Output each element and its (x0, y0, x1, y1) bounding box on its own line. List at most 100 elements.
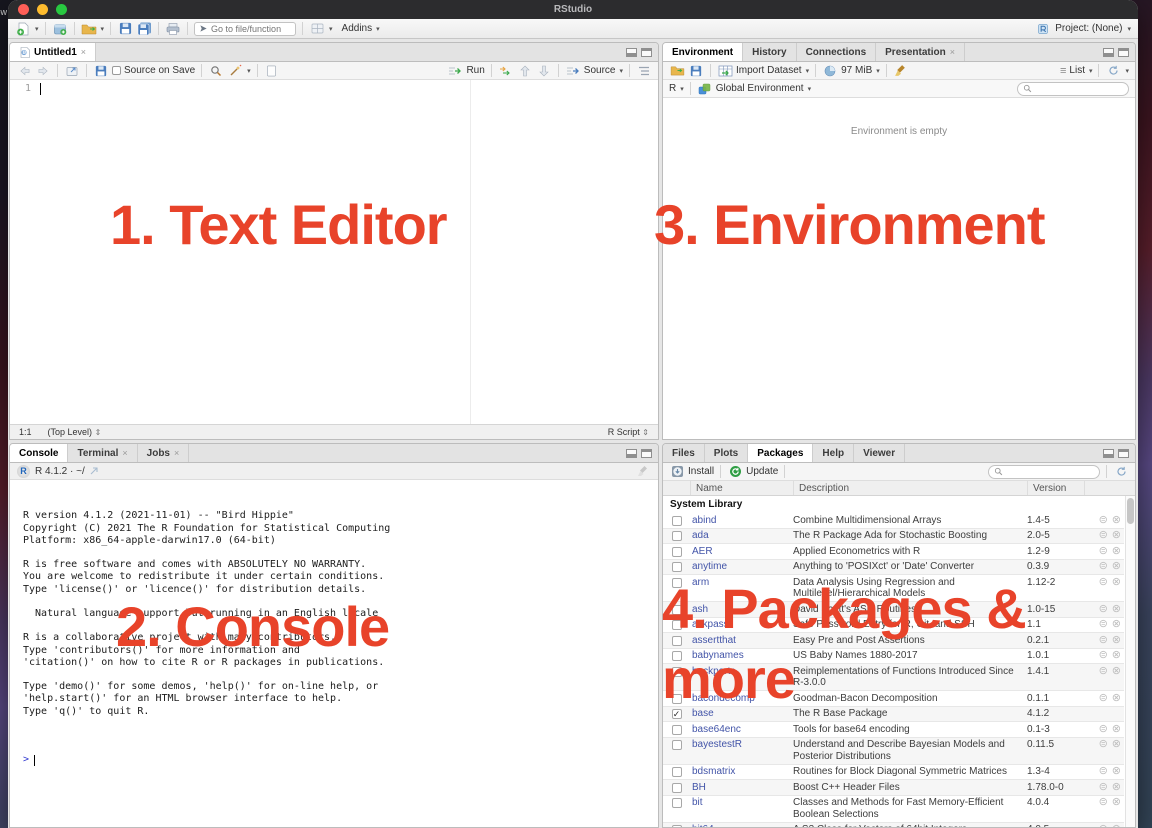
install-button[interactable]: Install (669, 464, 714, 479)
scope-selector[interactable]: (Top Level) ⇕ (48, 427, 102, 437)
source-button[interactable]: Source ▾ (565, 63, 623, 78)
tab-help[interactable]: Help (813, 444, 854, 462)
package-website-icon[interactable]: ⊜ (1099, 693, 1108, 704)
package-remove-icon[interactable]: ⊗ (1112, 530, 1121, 541)
load-workspace-icon[interactable] (669, 63, 685, 78)
package-name-link[interactable]: bdsmatrix (690, 766, 793, 777)
memory-usage-button[interactable]: 97 MiB ▾ (822, 63, 880, 78)
package-remove-icon[interactable]: ⊗ (1112, 650, 1121, 661)
package-website-icon[interactable]: ⊜ (1099, 782, 1108, 793)
panes-layout-icon[interactable] (309, 21, 325, 36)
source-on-save-checkbox[interactable] (112, 66, 121, 75)
package-website-icon[interactable]: ⊜ (1099, 666, 1108, 677)
save-all-icon[interactable] (136, 21, 152, 36)
code-tools-wand-icon[interactable] (227, 63, 243, 78)
package-remove-icon[interactable]: ⊗ (1112, 604, 1121, 615)
package-website-icon[interactable]: ⊜ (1099, 561, 1108, 572)
panes-dropdown-icon[interactable]: ▾ (329, 25, 333, 33)
goto-file-search[interactable] (194, 22, 296, 36)
new-project-icon[interactable] (52, 21, 68, 36)
tab-console[interactable]: Console (10, 444, 68, 462)
import-dataset-button[interactable]: Import Dataset ▾ (717, 63, 809, 78)
minimize-pane-icon[interactable] (1103, 48, 1114, 57)
package-remove-icon[interactable]: ⊗ (1112, 546, 1121, 557)
package-checkbox[interactable] (672, 547, 682, 557)
print-icon[interactable] (165, 21, 181, 36)
refresh-environment-icon[interactable] (1105, 63, 1121, 78)
tab-plots[interactable]: Plots (705, 444, 748, 462)
package-website-icon[interactable]: ⊜ (1099, 824, 1108, 827)
package-checkbox[interactable] (672, 562, 682, 572)
maximize-pane-icon[interactable] (641, 449, 652, 458)
package-remove-icon[interactable]: ⊗ (1112, 561, 1121, 572)
column-name[interactable]: Name (690, 481, 793, 495)
clear-workspace-broom-icon[interactable] (893, 63, 909, 78)
package-website-icon[interactable]: ⊜ (1099, 739, 1108, 750)
tab-untitled1[interactable]: Untitled1 × (10, 43, 96, 61)
environment-scope-selector[interactable]: Global Environment ▾ (697, 81, 811, 96)
package-name-link[interactable]: anytime (690, 561, 793, 572)
package-checkbox[interactable] (672, 825, 682, 827)
tab-packages[interactable]: Packages (748, 444, 813, 462)
close-tab-icon[interactable]: × (122, 448, 127, 458)
package-remove-icon[interactable]: ⊗ (1112, 766, 1121, 777)
package-remove-icon[interactable]: ⊗ (1112, 635, 1121, 646)
package-checkbox[interactable] (672, 725, 682, 735)
package-remove-icon[interactable]: ⊗ (1112, 739, 1121, 750)
tab-presentation[interactable]: Presentation× (876, 43, 965, 61)
project-menu[interactable]: Project: (None) ▾ (1035, 21, 1131, 36)
tab-history[interactable]: History (743, 43, 796, 61)
refresh-dropdown-icon[interactable]: ▾ (1125, 67, 1129, 75)
package-name-link[interactable]: bayestestR (690, 739, 793, 750)
package-name-link[interactable]: bit64 (690, 824, 793, 827)
package-website-icon[interactable]: ⊜ (1099, 604, 1108, 615)
new-file-icon[interactable] (15, 21, 31, 36)
minimize-pane-icon[interactable] (626, 48, 637, 57)
goto-file-input[interactable] (211, 24, 291, 34)
go-down-icon[interactable] (536, 63, 552, 78)
close-tab-icon[interactable]: × (950, 47, 955, 57)
clear-console-broom-icon[interactable] (635, 464, 651, 479)
package-checkbox[interactable] (672, 767, 682, 777)
package-checkbox[interactable] (672, 516, 682, 526)
tab-environment[interactable]: Environment (663, 43, 743, 61)
scrollbar-thumb[interactable] (1127, 498, 1134, 524)
column-description[interactable]: Description (793, 481, 1027, 495)
package-website-icon[interactable]: ⊜ (1099, 724, 1108, 735)
refresh-packages-icon[interactable] (1113, 464, 1129, 479)
package-name-link[interactable]: AER (690, 546, 793, 557)
package-checkbox[interactable] (672, 798, 682, 808)
packages-search-input[interactable] (1006, 467, 1094, 477)
package-checkbox[interactable] (672, 531, 682, 541)
tab-files[interactable]: Files (663, 444, 705, 462)
package-remove-icon[interactable]: ⊗ (1112, 666, 1121, 677)
packages-search[interactable] (988, 465, 1100, 479)
column-version[interactable]: Version (1027, 481, 1084, 495)
maximize-pane-icon[interactable] (1118, 48, 1129, 57)
package-website-icon[interactable]: ⊜ (1099, 515, 1108, 526)
package-website-icon[interactable]: ⊜ (1099, 766, 1108, 777)
addins-menu[interactable]: Addins ▾ (342, 23, 380, 34)
minimize-pane-icon[interactable] (626, 449, 637, 458)
new-file-dropdown-icon[interactable]: ▾ (35, 25, 39, 33)
package-checkbox[interactable] (672, 740, 682, 750)
package-remove-icon[interactable]: ⊗ (1112, 782, 1121, 793)
package-checkbox[interactable] (672, 783, 682, 793)
find-replace-icon[interactable] (208, 63, 224, 78)
minimize-pane-icon[interactable] (1103, 449, 1114, 458)
update-button[interactable]: Update (727, 464, 778, 479)
rerun-icon[interactable] (498, 63, 514, 78)
open-file-icon[interactable] (81, 21, 97, 36)
file-type-selector[interactable]: R Script ⇕ (608, 427, 649, 437)
code-tools-dropdown-icon[interactable]: ▾ (247, 67, 251, 75)
forward-icon[interactable] (35, 63, 51, 78)
tab-viewer[interactable]: Viewer (854, 444, 905, 462)
compile-report-icon[interactable] (264, 63, 280, 78)
package-name-link[interactable]: ada (690, 530, 793, 541)
maximize-pane-icon[interactable] (1118, 449, 1129, 458)
package-website-icon[interactable]: ⊜ (1099, 650, 1108, 661)
package-remove-icon[interactable]: ⊗ (1112, 797, 1121, 808)
package-name-link[interactable]: base64enc (690, 724, 793, 735)
package-website-icon[interactable]: ⊜ (1099, 546, 1108, 557)
language-selector[interactable]: R ▾ (669, 83, 684, 94)
